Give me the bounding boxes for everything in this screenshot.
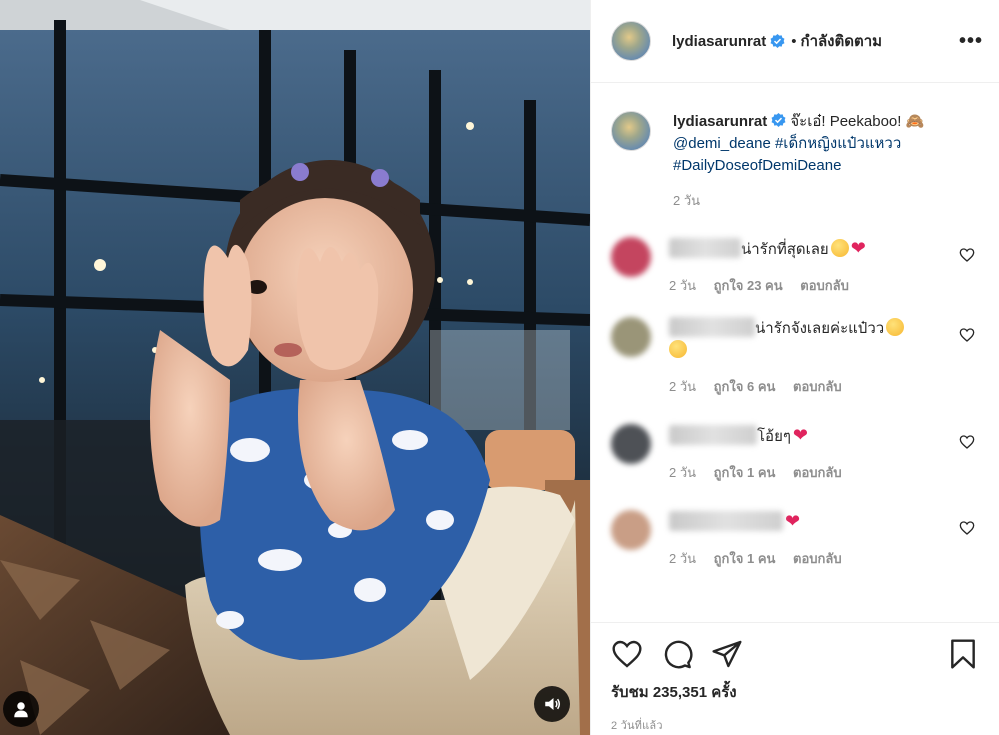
comment-item: ❤ 2 วัน ถูกใจ 1 คน ตอบกลับ bbox=[611, 510, 983, 570]
comment-time[interactable]: 2 วัน bbox=[669, 278, 696, 293]
verified-badge-icon bbox=[770, 33, 785, 48]
author-username[interactable]: lydiasarunrat bbox=[672, 33, 766, 50]
caption-hashtag[interactable]: #เด็กหญิงแป๋วแหวว bbox=[775, 135, 901, 152]
post-actions: รับชม 235,351 ครั้ง 2 วันที่แล้ว bbox=[591, 622, 999, 734]
bookmark-icon[interactable] bbox=[947, 638, 979, 670]
heart-icon[interactable] bbox=[611, 638, 643, 670]
comment-likes[interactable]: ถูกใจ 1 คน bbox=[714, 465, 776, 480]
commenter-avatar[interactable] bbox=[611, 510, 651, 550]
caption-username[interactable]: lydiasarunrat bbox=[673, 113, 767, 130]
caption-mention[interactable]: @demi_deane bbox=[673, 135, 771, 152]
reply-button[interactable]: ตอบกลับ bbox=[793, 379, 842, 394]
comment-bubble-icon[interactable] bbox=[661, 638, 693, 670]
comment-like-icon[interactable] bbox=[959, 327, 975, 343]
heart-emoji-icon: ❤ bbox=[785, 511, 801, 531]
comment-like-icon[interactable] bbox=[959, 247, 975, 263]
author-avatar[interactable] bbox=[611, 21, 651, 61]
comment-like-icon[interactable] bbox=[959, 520, 975, 536]
reply-button[interactable]: ตอบกลับ bbox=[793, 551, 842, 566]
tagged-users-button[interactable] bbox=[3, 691, 39, 727]
following-button[interactable]: กำลังติดตาม bbox=[800, 29, 882, 53]
comment-text: โอ้ยๆ bbox=[757, 428, 791, 445]
comment-item: น่ารักที่สุดเลย ❤ 2 วัน ถูกใจ 23 คน ตอบกล… bbox=[611, 237, 983, 297]
comment-item: โอ้ยๆ ❤ 2 วัน ถูกใจ 1 คน ตอบกลับ bbox=[611, 424, 983, 484]
comment-likes[interactable]: ถูกใจ 6 คน bbox=[714, 379, 776, 394]
commenter-username-blurred[interactable] bbox=[669, 511, 783, 531]
smile-emoji-icon bbox=[669, 340, 687, 358]
smile-emoji-icon bbox=[886, 318, 905, 336]
heart-emoji-icon: ❤ bbox=[850, 238, 866, 258]
comment-time[interactable]: 2 วัน bbox=[669, 551, 696, 566]
comment-text: น่ารักที่สุดเลย bbox=[741, 241, 829, 258]
post-side-panel: lydiasarunrat • กำลังติดตาม ••• lydiasar… bbox=[590, 0, 999, 735]
comment-time[interactable]: 2 วัน bbox=[669, 379, 696, 394]
caption-body: จ๊ะเอ๋! Peekaboo! 🙈 bbox=[790, 113, 925, 130]
verified-badge-icon bbox=[771, 113, 786, 127]
commenter-avatar[interactable] bbox=[611, 317, 651, 357]
heart-emoji-icon: ❤ bbox=[792, 425, 809, 445]
more-options-button[interactable]: ••• bbox=[959, 30, 983, 53]
header-separator: • bbox=[791, 32, 797, 50]
comment-likes[interactable]: ถูกใจ 1 คน bbox=[714, 551, 776, 566]
smile-emoji-icon bbox=[830, 239, 849, 257]
audio-toggle-button[interactable] bbox=[534, 686, 570, 722]
comment-likes[interactable]: ถูกใจ 23 คน bbox=[714, 278, 783, 293]
commenter-username-blurred[interactable] bbox=[669, 425, 757, 445]
caption-hashtag[interactable]: #DailyDoseofDemiDeane bbox=[673, 157, 841, 174]
reply-button[interactable]: ตอบกลับ bbox=[800, 278, 849, 293]
comments-list[interactable]: lydiasarunrat จ๊ะเอ๋! Peekaboo! 🙈 @demi_… bbox=[591, 84, 999, 621]
comment-time[interactable]: 2 วัน bbox=[669, 465, 696, 480]
post-timestamp[interactable]: 2 วันที่แล้ว bbox=[611, 716, 983, 734]
video-frame bbox=[0, 0, 590, 735]
comment-item: น่ารักจังเลยค่ะแป๋วว 2 วัน ถูกใจ 6 คน ตอ… bbox=[611, 317, 983, 398]
post-header: lydiasarunrat • กำลังติดตาม ••• bbox=[591, 0, 999, 83]
commenter-avatar[interactable] bbox=[611, 237, 651, 277]
reply-button[interactable]: ตอบกลับ bbox=[793, 465, 842, 480]
post-caption: lydiasarunrat จ๊ะเอ๋! Peekaboo! 🙈 @demi_… bbox=[611, 84, 983, 177]
caption-avatar[interactable] bbox=[611, 111, 651, 151]
speaker-icon bbox=[545, 698, 561, 710]
commenter-username-blurred[interactable] bbox=[669, 317, 755, 337]
commenter-avatar[interactable] bbox=[611, 424, 651, 464]
comment-text: น่ารักจังเลยค่ะแป๋วว bbox=[755, 320, 885, 337]
caption-timestamp[interactable]: 2 วัน bbox=[673, 190, 983, 211]
comment-like-icon[interactable] bbox=[959, 434, 975, 450]
post-media-video[interactable] bbox=[0, 0, 590, 735]
paper-plane-icon[interactable] bbox=[711, 638, 743, 670]
view-count[interactable]: รับชม 235,351 ครั้ง bbox=[611, 680, 983, 704]
commenter-username-blurred[interactable] bbox=[669, 238, 741, 258]
user-tag-icon bbox=[14, 702, 28, 718]
